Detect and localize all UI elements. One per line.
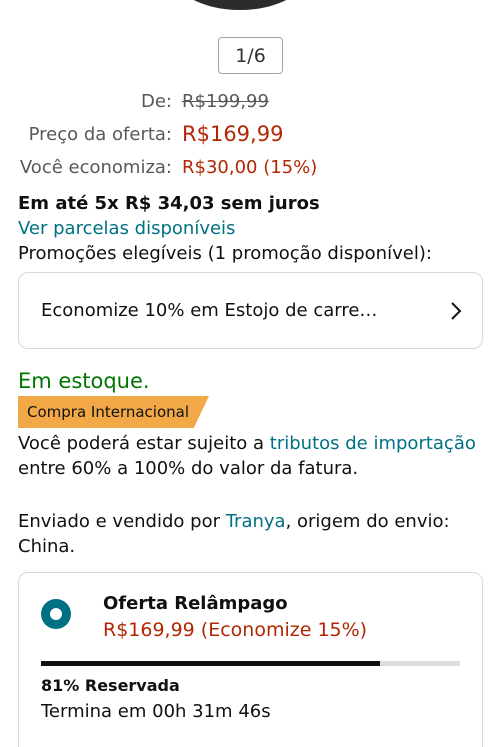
offer-price: R$169,99 xyxy=(182,122,284,146)
list-price: R$199,99 xyxy=(182,91,269,112)
import-tax-text-end: entre 60% a 100% do valor da fatura. xyxy=(18,458,359,479)
savings-value: R$30,00 (15%) xyxy=(182,157,318,178)
seller-link[interactable]: Tranya xyxy=(226,511,286,532)
promotions-heading: Promoções elegíveis (1 promoção disponív… xyxy=(18,243,432,264)
international-badge: Compra Internacional xyxy=(18,396,210,428)
import-tax-link[interactable]: tributos de importação xyxy=(270,433,476,454)
image-pager[interactable]: 1/6 xyxy=(218,37,283,74)
chevron-right-icon xyxy=(451,301,462,320)
list-price-label: De: xyxy=(141,91,172,112)
deal-countdown: Termina em 00h 31m 46s xyxy=(41,701,271,722)
deal-title: Oferta Relâmpago xyxy=(103,593,288,614)
promotion-item[interactable]: Economize 10% em Estojo de carre… xyxy=(18,272,483,349)
deal-price: R$169,99 (Economize 15%) xyxy=(103,619,368,641)
seller-info: Enviado e vendido por Tranya, origem do … xyxy=(18,509,488,559)
deal-reserved-text: 81% Reservada xyxy=(41,676,180,695)
product-image[interactable] xyxy=(170,0,310,10)
promotion-text: Economize 10% em Estojo de carre… xyxy=(41,300,378,321)
import-tax-text: Você poderá estar sujeito a xyxy=(18,433,270,454)
import-tax-notice: Você poderá estar sujeito a tributos de … xyxy=(18,431,488,481)
seller-text: Enviado e vendido por xyxy=(18,511,226,532)
deal-radio-button[interactable] xyxy=(41,599,71,629)
installments-text: Em até 5x R$ 34,03 sem juros xyxy=(18,193,320,214)
deal-progress-fill xyxy=(41,661,381,666)
offer-price-label: Preço da oferta: xyxy=(28,124,172,145)
savings-label: Você economiza: xyxy=(19,157,172,178)
lightning-deal-card[interactable]: Oferta Relâmpago R$169,99 (Economize 15%… xyxy=(18,572,483,747)
deal-progress-bar xyxy=(41,661,460,666)
installments-link[interactable]: Ver parcelas disponíveis xyxy=(18,218,235,239)
stock-status: Em estoque. xyxy=(18,369,150,393)
